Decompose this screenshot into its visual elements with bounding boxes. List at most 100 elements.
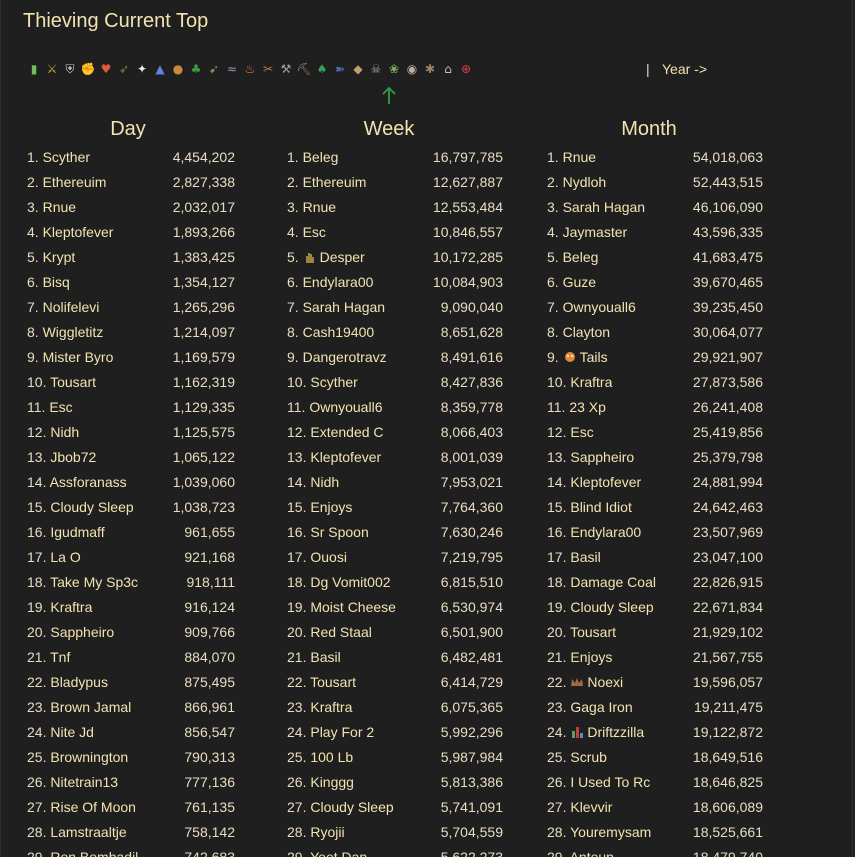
player-name-link[interactable]: Lamstraaltje xyxy=(50,824,126,840)
player-name-link[interactable]: Ethereuim xyxy=(303,174,367,190)
slayer-icon[interactable]: ☠ xyxy=(368,61,384,78)
player-name-link[interactable]: Rise Of Moon xyxy=(50,799,136,815)
player-name-link[interactable]: Endylara00 xyxy=(570,524,641,540)
player-name-link[interactable]: Krypt xyxy=(43,249,76,265)
mining-icon[interactable]: ⛏ xyxy=(296,61,312,78)
player-name-link[interactable]: Wiggletitz xyxy=(43,324,104,340)
runecrafting-icon[interactable]: ◉ xyxy=(404,61,420,78)
player-name-link[interactable]: Sappheiro xyxy=(570,449,634,465)
player-name-link[interactable]: Enjoys xyxy=(310,499,352,515)
attack-icon[interactable]: ⚔ xyxy=(44,61,60,78)
herblore-icon[interactable]: ♠ xyxy=(314,61,330,78)
player-name-link[interactable]: Assforanass xyxy=(50,474,127,490)
player-name-link[interactable]: Basil xyxy=(570,549,600,565)
player-name-link[interactable]: Take My Sp3c xyxy=(50,574,138,590)
player-name-link[interactable]: Nite Jd xyxy=(50,724,94,740)
player-name-link[interactable]: Tousart xyxy=(570,624,616,640)
player-name-link[interactable]: Endylara00 xyxy=(303,274,374,290)
cooking-icon[interactable]: ● xyxy=(170,61,186,78)
player-name-link[interactable]: Tails xyxy=(580,349,608,365)
fishing-icon[interactable]: ≈ xyxy=(224,61,240,78)
player-name-link[interactable]: Esc xyxy=(49,399,72,415)
player-name-link[interactable]: Ron Bombadil xyxy=(50,849,138,857)
player-name-link[interactable]: Jbob72 xyxy=(50,449,96,465)
agility-icon[interactable]: ➽ xyxy=(332,61,348,78)
player-name-link[interactable]: Damage Coal xyxy=(570,574,656,590)
prayer-icon[interactable]: ✦ xyxy=(134,61,150,78)
player-name-link[interactable]: 100 Lb xyxy=(310,749,353,765)
player-name-link[interactable]: Nidh xyxy=(310,474,339,490)
player-name-link[interactable]: Dangerotravz xyxy=(303,349,387,365)
player-name-link[interactable]: Sarah Hagan xyxy=(563,199,646,215)
player-name-link[interactable]: Kinggg xyxy=(310,774,354,790)
player-name-link[interactable]: 23 Xp xyxy=(569,399,606,415)
player-name-link[interactable]: Kleptofever xyxy=(570,474,641,490)
woodcutting-icon[interactable]: ♣ xyxy=(188,61,204,78)
player-name-link[interactable]: Enjoys xyxy=(570,649,612,665)
player-name-link[interactable]: Cloudy Sleep xyxy=(50,499,133,515)
player-name-link[interactable]: Play For 2 xyxy=(310,724,374,740)
player-name-link[interactable]: Esc xyxy=(303,224,326,240)
smithing-icon[interactable]: ⚒ xyxy=(278,61,294,78)
player-name-link[interactable]: Sarah Hagan xyxy=(303,299,386,315)
player-name-link[interactable]: Rnue xyxy=(43,199,76,215)
ehp-icon[interactable]: ⊕ xyxy=(458,61,474,78)
player-name-link[interactable]: Gaga Iron xyxy=(570,699,632,715)
player-name-link[interactable]: Blind Idiot xyxy=(570,499,631,515)
player-name-link[interactable]: Guze xyxy=(563,274,596,290)
player-name-link[interactable]: Scrub xyxy=(570,749,607,765)
ranged-icon[interactable]: ➶ xyxy=(116,61,132,78)
player-name-link[interactable]: Tousart xyxy=(50,374,96,390)
player-name-link[interactable]: Noexi xyxy=(587,674,623,690)
overall-icon[interactable]: ▮ xyxy=(26,61,42,78)
defence-icon[interactable]: ⛨ xyxy=(62,61,78,78)
player-name-link[interactable]: Nidh xyxy=(50,424,79,440)
player-name-link[interactable]: Clayton xyxy=(563,324,610,340)
player-name-link[interactable]: I Used To Rc xyxy=(570,774,650,790)
player-name-link[interactable]: Dg Vomit002 xyxy=(310,574,390,590)
player-name-link[interactable]: Nydloh xyxy=(563,174,607,190)
player-name-link[interactable]: Kraftra xyxy=(570,374,612,390)
year-link[interactable]: Year -> xyxy=(662,61,707,77)
player-name-link[interactable]: Extended C xyxy=(310,424,383,440)
farming-icon[interactable]: ❀ xyxy=(386,61,402,78)
player-name-link[interactable]: Kleptofever xyxy=(43,224,114,240)
player-name-link[interactable]: Sr Spoon xyxy=(310,524,368,540)
thieving-icon[interactable]: ◆ xyxy=(350,61,366,78)
player-name-link[interactable]: Rnue xyxy=(563,149,596,165)
player-name-link[interactable]: Ouosi xyxy=(310,549,347,565)
player-name-link[interactable]: Anteup xyxy=(570,849,614,857)
player-name-link[interactable]: Ryojii xyxy=(310,824,344,840)
player-name-link[interactable]: Kleptofever xyxy=(310,449,381,465)
player-name-link[interactable]: La O xyxy=(50,549,80,565)
player-name-link[interactable]: Beleg xyxy=(303,149,339,165)
player-name-link[interactable]: Scyther xyxy=(310,374,357,390)
player-name-link[interactable]: Moist Cheese xyxy=(310,599,396,615)
player-name-link[interactable]: Tousart xyxy=(310,674,356,690)
player-name-link[interactable]: Basil xyxy=(310,649,340,665)
player-name-link[interactable]: Bladypus xyxy=(50,674,108,690)
player-name-link[interactable]: Ownyouall6 xyxy=(309,399,382,415)
player-name-link[interactable]: Cloudy Sleep xyxy=(570,599,653,615)
player-name-link[interactable]: Brown Jamal xyxy=(50,699,131,715)
player-name-link[interactable]: Ethereuim xyxy=(43,174,107,190)
player-name-link[interactable]: Cloudy Sleep xyxy=(310,799,393,815)
player-name-link[interactable]: Kraftra xyxy=(310,699,352,715)
player-name-link[interactable]: Igudmaff xyxy=(50,524,104,540)
player-name-link[interactable]: Ownyouall6 xyxy=(563,299,636,315)
player-name-link[interactable]: Youremysam xyxy=(570,824,651,840)
player-name-link[interactable]: Yeet Dan xyxy=(310,849,367,857)
crafting-icon[interactable]: ✂ xyxy=(260,61,276,78)
player-name-link[interactable]: Tnf xyxy=(50,649,70,665)
fletching-icon[interactable]: ➹ xyxy=(206,61,222,78)
player-name-link[interactable]: Scyther xyxy=(43,149,90,165)
hitpoints-icon[interactable]: ♥ xyxy=(98,61,114,78)
construction-icon[interactable]: ⌂ xyxy=(440,61,456,78)
player-name-link[interactable]: Desper xyxy=(320,249,365,265)
player-name-link[interactable]: Klevvir xyxy=(570,799,612,815)
player-name-link[interactable]: Cash19400 xyxy=(303,324,375,340)
player-name-link[interactable]: Rnue xyxy=(303,199,336,215)
firemaking-icon[interactable]: ♨ xyxy=(242,61,258,78)
magic-icon[interactable]: ▲ xyxy=(152,61,168,78)
player-name-link[interactable]: Red Staal xyxy=(310,624,371,640)
